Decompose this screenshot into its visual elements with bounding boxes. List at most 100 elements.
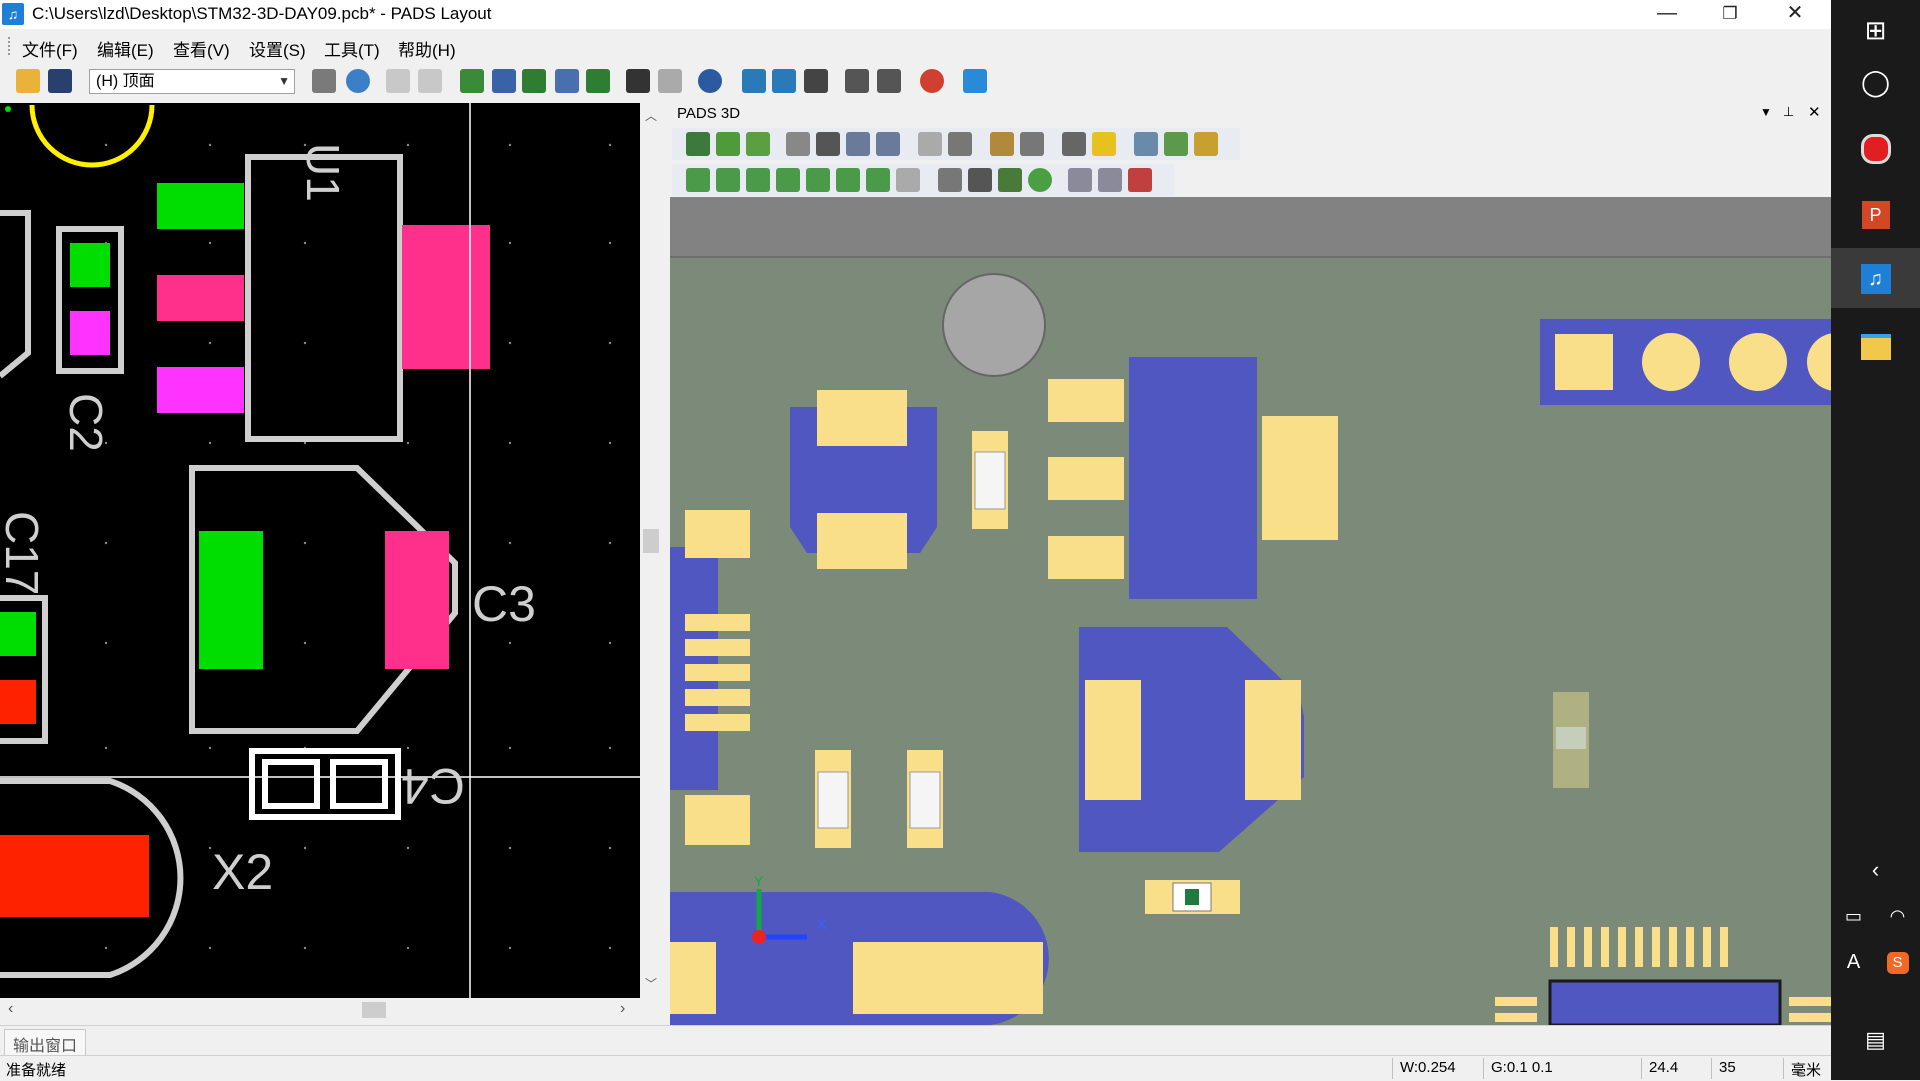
layer-select[interactable]: (H) 顶面 ▼ <box>89 69 295 94</box>
verify-icon[interactable] <box>920 69 944 93</box>
scroll-down-icon[interactable]: ﹀ <box>645 975 657 992</box>
pad-yellow <box>1262 416 1338 540</box>
3d-import-icon[interactable] <box>686 132 710 156</box>
3d-measure-icon[interactable] <box>990 132 1014 156</box>
3d-clear-measure-icon[interactable] <box>1020 132 1044 156</box>
scroll-left-icon[interactable]: ‹ <box>8 1000 13 1018</box>
vertical-scrollbar[interactable]: ︿ ﹀ <box>640 103 662 998</box>
status-divider <box>1392 1058 1393 1079</box>
section-x-icon[interactable] <box>1068 168 1092 192</box>
view-front-icon[interactable] <box>776 168 800 192</box>
panel-menu-icon[interactable]: ▼ <box>1760 105 1772 119</box>
section-z-icon[interactable] <box>1128 168 1152 192</box>
minimize-button[interactable]: — <box>1637 0 1697 29</box>
redo-icon[interactable] <box>658 69 682 93</box>
grid-dots <box>104 143 612 950</box>
view-left-icon[interactable] <box>836 168 860 192</box>
notification-icon[interactable]: ▤ <box>1831 1010 1920 1070</box>
axis-origin <box>752 930 766 944</box>
select-pointer-icon[interactable] <box>968 168 992 192</box>
disabled-icon-1 <box>386 69 410 93</box>
3d-library-icon[interactable] <box>846 132 870 156</box>
menu-tools[interactable]: 工具(T) <box>324 36 380 61</box>
select-filter-icon[interactable] <box>772 69 796 93</box>
partial-outline <box>0 210 31 379</box>
c4-pad <box>262 759 320 809</box>
start-windows-icon[interactable]: ⊞ <box>1831 0 1920 60</box>
scroll-thumb[interactable] <box>643 529 659 553</box>
sogou-ime-icon[interactable]: S <box>1853 932 1920 992</box>
3d-snapshot-icon[interactable] <box>1134 132 1158 156</box>
pane-splitter[interactable] <box>662 103 670 1025</box>
zoom-extents-icon[interactable] <box>938 168 962 192</box>
3d-component-icon[interactable] <box>816 132 840 156</box>
menu-edit[interactable]: 编辑(E) <box>97 36 154 61</box>
file-explorer-icon[interactable] <box>1831 316 1920 376</box>
scroll-right-icon[interactable]: › <box>620 1000 625 1018</box>
view-top-icon[interactable] <box>716 168 740 192</box>
open-file-icon[interactable] <box>16 69 40 93</box>
status-width: W:0.254 <box>1400 1059 1456 1076</box>
draw-line-icon[interactable] <box>555 69 579 93</box>
board-edge <box>670 197 1831 257</box>
section-y-icon[interactable] <box>1098 168 1122 192</box>
report-icon[interactable] <box>845 69 869 93</box>
spread-icon[interactable] <box>586 69 610 93</box>
status-bar: 准备就绪 W:0.254 G:0.1 0.1 24.4 35 毫米 <box>0 1055 1831 1081</box>
pad-yellow <box>1245 680 1301 800</box>
powerpoint-icon[interactable]: P <box>1831 184 1920 244</box>
c4-pad <box>330 759 388 809</box>
3d-export-icon[interactable] <box>716 132 740 156</box>
horizontal-scrollbar[interactable]: ‹ › <box>0 998 640 1022</box>
close-button[interactable]: ✕ <box>1765 0 1825 29</box>
view-bottom-icon[interactable] <box>746 168 770 192</box>
view-iso-icon[interactable] <box>686 168 710 192</box>
undo-icon[interactable] <box>626 69 650 93</box>
design-rule-icon[interactable] <box>492 69 516 93</box>
menu-view[interactable]: 查看(V) <box>173 36 230 61</box>
rotate-icon[interactable] <box>1028 168 1052 192</box>
pan-icon[interactable] <box>998 168 1022 192</box>
record-icon[interactable] <box>1831 118 1920 178</box>
pcb-2d-view[interactable]: U1 C2 C17 C3 C4 X2 <box>0 103 640 998</box>
3d-settings-icon[interactable] <box>786 132 810 156</box>
warning-icon[interactable] <box>1092 132 1116 156</box>
3d-model-icon[interactable] <box>876 132 900 156</box>
route-icon[interactable] <box>460 69 484 93</box>
properties-icon[interactable] <box>877 69 901 93</box>
view-previous-icon[interactable] <box>896 168 920 192</box>
pad-yellow <box>853 942 1043 1014</box>
refresh-icon[interactable] <box>346 69 370 93</box>
menu-help[interactable]: 帮助(H) <box>398 36 456 61</box>
pin-icon[interactable]: ⊥ <box>1783 104 1794 120</box>
save-icon[interactable] <box>48 69 72 93</box>
view-icon[interactable] <box>742 69 766 93</box>
3d-save-icon[interactable] <box>1164 132 1188 156</box>
pour-icon[interactable] <box>522 69 546 93</box>
3d-preview-icon[interactable] <box>918 132 942 156</box>
view-right-icon[interactable] <box>866 168 890 192</box>
search-circle-icon[interactable]: ◯ <box>1831 52 1920 112</box>
view-back-icon[interactable] <box>806 168 830 192</box>
restore-button[interactable]: ❐ <box>1700 0 1760 29</box>
status-divider <box>1783 1058 1784 1079</box>
3d-options-icon[interactable] <box>1194 132 1218 156</box>
scroll-up-icon[interactable]: ︿ <box>645 107 657 124</box>
pads-3d-viewport[interactable]: Y X <box>670 197 1831 1025</box>
scroll-thumb[interactable] <box>362 1002 386 1018</box>
brush-icon[interactable] <box>804 69 828 93</box>
zoom-icon[interactable] <box>698 69 722 93</box>
panel-close-icon[interactable]: ✕ <box>1808 103 1821 121</box>
3d-update-icon[interactable] <box>746 132 770 156</box>
axis-y-label: Y <box>754 873 764 889</box>
pads-3d-toolbar-2 <box>672 164 1174 196</box>
pads-app-icon[interactable]: ♫ <box>1831 248 1920 308</box>
menu-setup[interactable]: 设置(S) <box>249 36 306 61</box>
3d-dimension-icon[interactable] <box>1062 132 1086 156</box>
origin-marker <box>5 106 11 112</box>
router-link-icon[interactable] <box>963 69 987 93</box>
3d-print-icon[interactable] <box>948 132 972 156</box>
ref-label-c4: C4 <box>401 758 465 814</box>
menu-file[interactable]: 文件(F) <box>22 36 78 61</box>
layer-setup-icon[interactable] <box>312 69 336 93</box>
